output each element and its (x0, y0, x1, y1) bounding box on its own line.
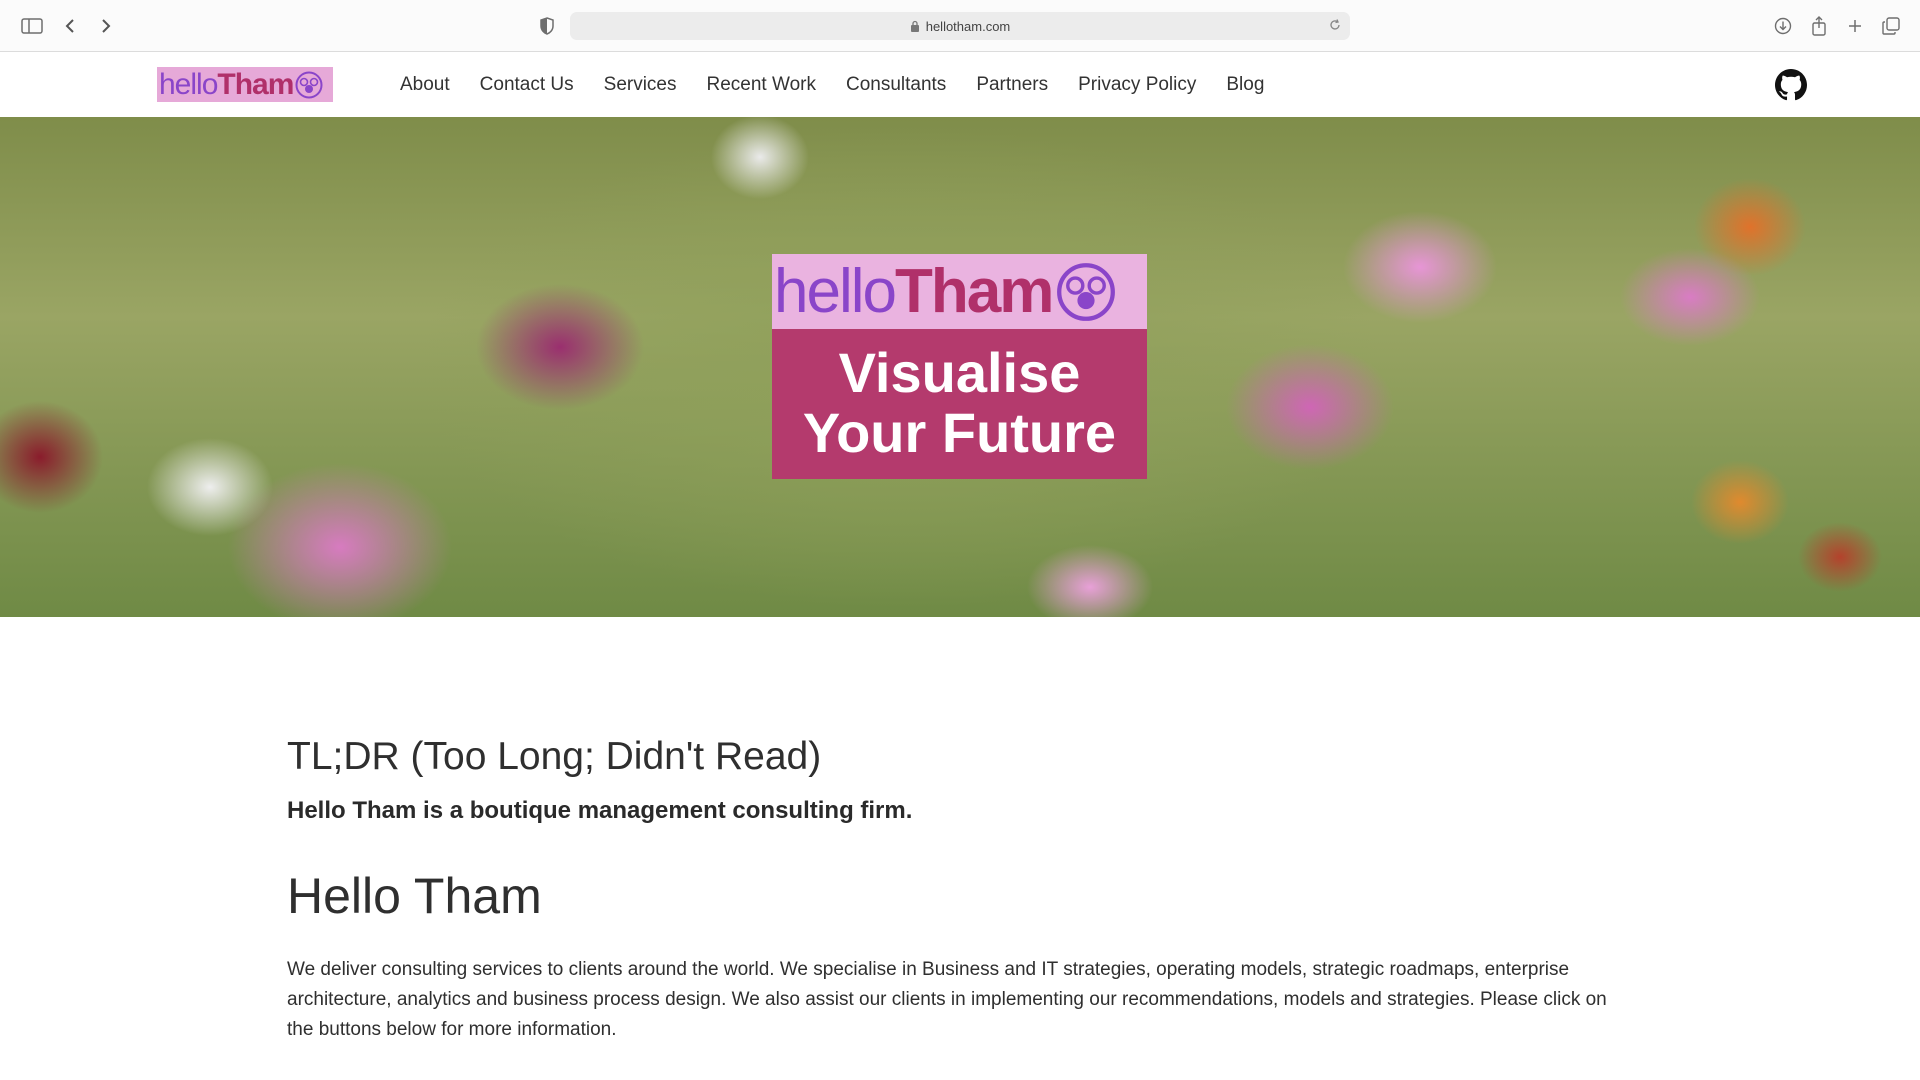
intro-paragraph: We deliver consulting services to client… (287, 959, 1607, 1040)
nav-recent-work[interactable]: Recent Work (707, 74, 816, 96)
browser-toolbar: hellotham.com (0, 0, 1920, 52)
logo-tham-text: Tham (217, 67, 294, 101)
hero-logo-tham: Tham (895, 257, 1054, 326)
url-text: hellotham.com (925, 18, 1011, 34)
hero-tagline-line2: Your Future (802, 401, 1117, 464)
hero-banner: hello Tham Visualise Your Future (0, 117, 1920, 617)
tldr-text: Hello Tham is a boutique management cons… (287, 797, 913, 824)
back-icon[interactable] (56, 12, 84, 40)
privacy-shield-icon[interactable] (533, 12, 561, 40)
nav-consultants[interactable]: Consultants (846, 74, 946, 96)
nav-contact-us[interactable]: Contact Us (480, 74, 574, 96)
github-icon[interactable] (1775, 69, 1807, 101)
logo-hello-text: hello (159, 67, 218, 101)
hero-logo-hello: hello (774, 257, 897, 326)
hero-tagline-line1: Visualise (838, 341, 1081, 404)
main-menu: About Contact Us Services Recent Work Co… (400, 53, 1294, 117)
sidebar-toggle-icon[interactable] (18, 12, 46, 40)
share-icon[interactable] (1805, 12, 1833, 40)
hero-logo: hello Tham (772, 254, 1147, 329)
logo-eyes-icon (295, 71, 323, 98)
forward-icon[interactable] (92, 12, 120, 40)
lock-icon (910, 20, 920, 32)
reload-icon[interactable] (1328, 18, 1342, 32)
main-content: TL;DR (Too Long; Didn't Read) Hello Tham… (287, 735, 1627, 1045)
tab-overview-icon[interactable] (1877, 12, 1905, 40)
hero-logo-eyes-icon (1057, 262, 1116, 321)
new-tab-icon[interactable] (1841, 12, 1869, 40)
tldr-heading: TL;DR (Too Long; Didn't Read) (287, 735, 822, 778)
main-heading: Hello Tham (287, 868, 542, 924)
nav-partners[interactable]: Partners (976, 74, 1048, 96)
nav-services[interactable]: Services (604, 74, 677, 96)
address-bar[interactable]: hellotham.com (570, 12, 1350, 40)
nav-privacy-policy[interactable]: Privacy Policy (1078, 74, 1196, 96)
site-logo[interactable]: hello Tham (157, 67, 333, 102)
site-navbar: hello Tham About Contact Us Services Rece… (0, 53, 1920, 117)
nav-blog[interactable]: Blog (1226, 74, 1264, 96)
hero-badge: hello Tham Visualise Your Future (772, 254, 1147, 479)
nav-about[interactable]: About (400, 74, 450, 96)
downloads-icon[interactable] (1769, 12, 1797, 40)
hero-tagline: Visualise Your Future (772, 329, 1147, 479)
